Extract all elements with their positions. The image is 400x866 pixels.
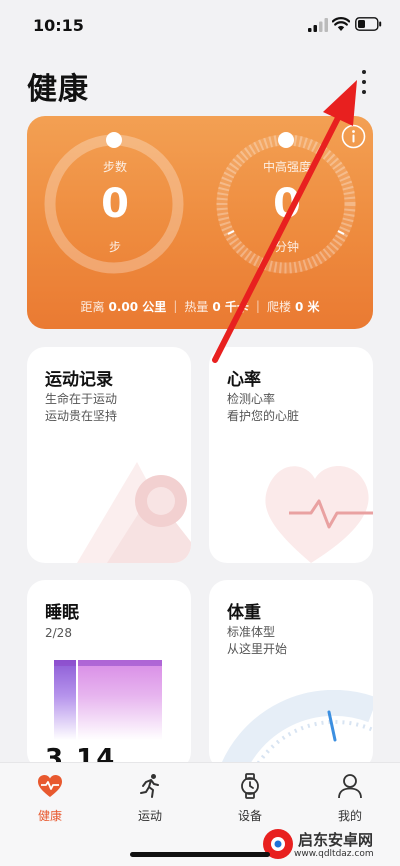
tab-profile[interactable]: 我的 <box>300 763 400 833</box>
info-icon[interactable] <box>341 124 366 149</box>
tab-label: 我的 <box>337 809 362 823</box>
intensity-label: 中高强度 <box>262 160 311 174</box>
tab-label: 健康 <box>37 809 62 823</box>
more-dot-icon <box>362 90 366 94</box>
watermark-name: 启东安卓网 <box>298 830 374 849</box>
steps-label: 步数 <box>102 160 127 174</box>
tab-devices[interactable]: 设备 <box>200 763 300 833</box>
tab-label: 运动 <box>137 809 162 823</box>
person-icon <box>338 774 362 799</box>
distance-value: 0.00 公里 <box>108 299 167 314</box>
home-indicator <box>130 852 270 857</box>
tile-subtitle: 看护您的心脏 <box>227 409 300 423</box>
tab-exercise[interactable]: 运动 <box>100 763 200 833</box>
heart-pulse-icon <box>38 775 62 797</box>
wifi-icon <box>332 17 350 31</box>
running-icon <box>140 774 159 798</box>
light-sleep-bar <box>78 660 162 740</box>
steps-unit: 步 <box>108 240 121 254</box>
tile-title: 运动记录 <box>45 370 113 390</box>
mountain-illustration-icon <box>77 462 191 563</box>
more-options-button[interactable] <box>352 66 376 98</box>
calories-label: 热量 <box>184 299 209 314</box>
watermark-url: www.qdltdaz.com <box>294 848 374 859</box>
tile-title: 心率 <box>227 370 261 390</box>
weight-tile[interactable]: 体重 标准体型 从这里开始 <box>209 580 373 770</box>
divider: | <box>173 299 178 313</box>
heart-rate-tile[interactable]: 心率 检测心率 看护您的心脏 <box>209 347 373 563</box>
status-bar: 10:15 <box>0 0 400 50</box>
sleep-tile[interactable]: 睡眠 2/28 3 14 <box>27 580 191 770</box>
page-title: 健康 <box>27 72 89 107</box>
steps-value: 0 <box>101 181 129 227</box>
tab-health[interactable]: 健康 <box>0 763 100 833</box>
tab-label: 设备 <box>237 809 262 823</box>
sleep-date: 2/28 <box>45 626 72 640</box>
distance-label: 距离 <box>80 299 105 314</box>
status-time: 10:15 <box>33 16 84 35</box>
divider: | <box>255 299 260 313</box>
tile-title: 体重 <box>227 603 261 623</box>
more-dot-icon <box>362 80 366 84</box>
more-dot-icon <box>362 70 366 74</box>
watch-icon <box>241 773 259 799</box>
exercise-record-tile[interactable]: 运动记录 生命在于运动 运动贵在坚持 <box>27 347 191 563</box>
floors-value: 0 米 <box>294 299 320 314</box>
tile-subtitle: 生命在于运动 <box>45 392 118 406</box>
cellular-signal-icon <box>308 18 328 32</box>
intensity-unit: 分钟 <box>274 240 299 254</box>
tile-subtitle: 检测心率 <box>227 392 276 406</box>
weight-gauge-illustration-icon <box>219 690 373 770</box>
heart-illustration-icon <box>265 466 373 563</box>
intensity-value: 0 <box>273 181 301 227</box>
activity-stats-row: 距离 0.00 公里 | 热量 0 千卡 | 爬楼 0 米 <box>27 296 373 316</box>
tile-subtitle: 标准体型 <box>227 625 276 639</box>
activity-summary-card[interactable]: 步数 0 步 中高强度 0 分钟 距离 0.00 公里 | 热量 0 千卡 | … <box>27 116 373 329</box>
battery-icon <box>355 17 382 31</box>
tile-title: 睡眠 <box>45 603 79 623</box>
site-watermark: 启东安卓网 www.qdltdaz.com <box>262 826 374 862</box>
calories-value: 0 千卡 <box>212 299 249 314</box>
tile-subtitle: 从这里开始 <box>227 642 288 656</box>
tile-subtitle: 运动贵在坚持 <box>45 409 118 423</box>
floors-label: 爬楼 <box>266 299 291 314</box>
deep-sleep-bar <box>54 660 76 740</box>
